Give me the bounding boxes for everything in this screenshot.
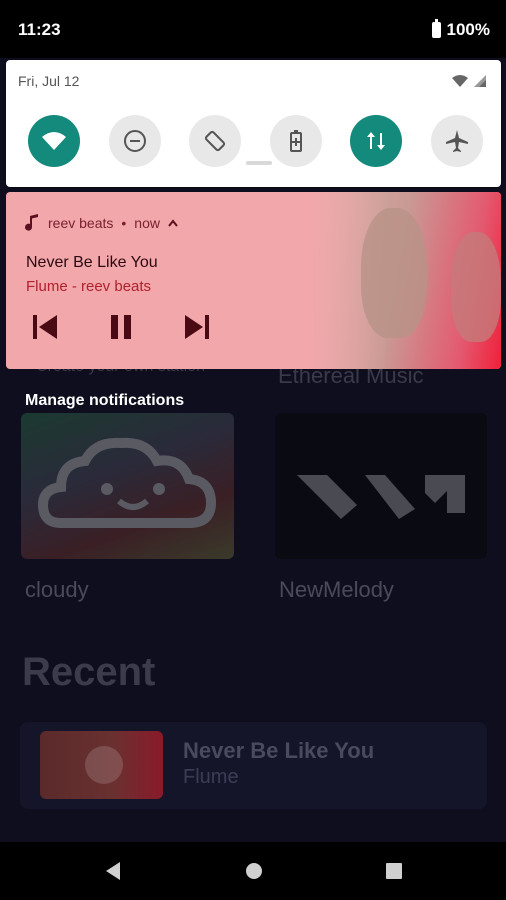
manage-notifications-button[interactable]: Manage notifications [25,392,184,410]
chevron-up-icon[interactable] [168,219,178,227]
recent-song-title: Never Be Like You [183,738,375,763]
notification-time: now [134,215,160,231]
cloud-icon [37,437,217,528]
auto-rotate-icon [205,130,226,152]
next-button[interactable] [180,312,214,342]
battery-saver-icon [289,130,302,152]
wifi-icon [42,132,66,150]
navigation-bar [0,842,506,900]
album-art [40,731,163,799]
notification-app-name: reev beats [48,215,114,231]
auto-rotate-tile[interactable] [189,115,242,167]
dnd-icon [123,130,146,152]
previous-button[interactable] [28,312,62,342]
mobile-data-icon [367,132,386,150]
recents-icon[interactable] [383,860,405,882]
artist-photo [451,232,501,342]
card-label[interactable]: NewMelody [279,577,394,603]
airplane-mode-icon [445,130,468,152]
pause-icon [111,315,131,339]
battery-percent: 100% [446,20,490,39]
music-note-icon [25,214,38,231]
pause-button[interactable] [104,312,138,342]
skip-next-icon [185,315,209,339]
card-label[interactable]: cloudy [25,577,89,603]
song-artist: Flume - reev beats [26,278,152,295]
media-notification[interactable]: reev beats • now Never Be Like You Flume… [6,192,501,369]
pause-icon[interactable] [85,746,123,784]
battery-saver-tile[interactable] [269,115,322,167]
song-title: Never Be Like You [26,254,158,271]
home-icon[interactable] [243,860,265,882]
status-bar: 11:23 100% [0,0,506,58]
card-cloudy-art[interactable] [21,413,234,559]
status-time: 11:23 [18,20,61,39]
signal-indicators [451,74,487,88]
wifi-tile[interactable] [28,115,80,167]
recent-heading: Recent [22,650,156,694]
card-newmelody-art[interactable] [275,413,487,559]
battery-icon [431,19,441,38]
notification-header: reev beats • now [24,214,178,232]
back-icon[interactable] [102,860,124,882]
cell-signal-icon [474,75,486,87]
dnd-tile[interactable] [108,115,161,167]
media-controls [28,312,214,342]
qs-expand-handle[interactable] [246,161,272,165]
newmelody-logo [297,475,465,519]
skip-previous-icon [33,315,57,339]
qs-date: Fri, Jul 12 [18,73,80,89]
qs-tiles [28,115,483,167]
quick-settings-panel: Fri, Jul 12 [6,60,501,187]
recent-song-artist: Flume [183,766,239,788]
recent-item[interactable]: Never Be Like You Flume [20,722,487,809]
mobile-data-tile[interactable] [350,115,403,167]
artist-photo [361,208,427,338]
album-art-background [311,192,501,369]
airplane-mode-tile[interactable] [430,115,483,167]
status-right: 100% [431,19,490,40]
notification-separator: • [121,215,127,231]
wifi-signal-icon [452,75,468,87]
